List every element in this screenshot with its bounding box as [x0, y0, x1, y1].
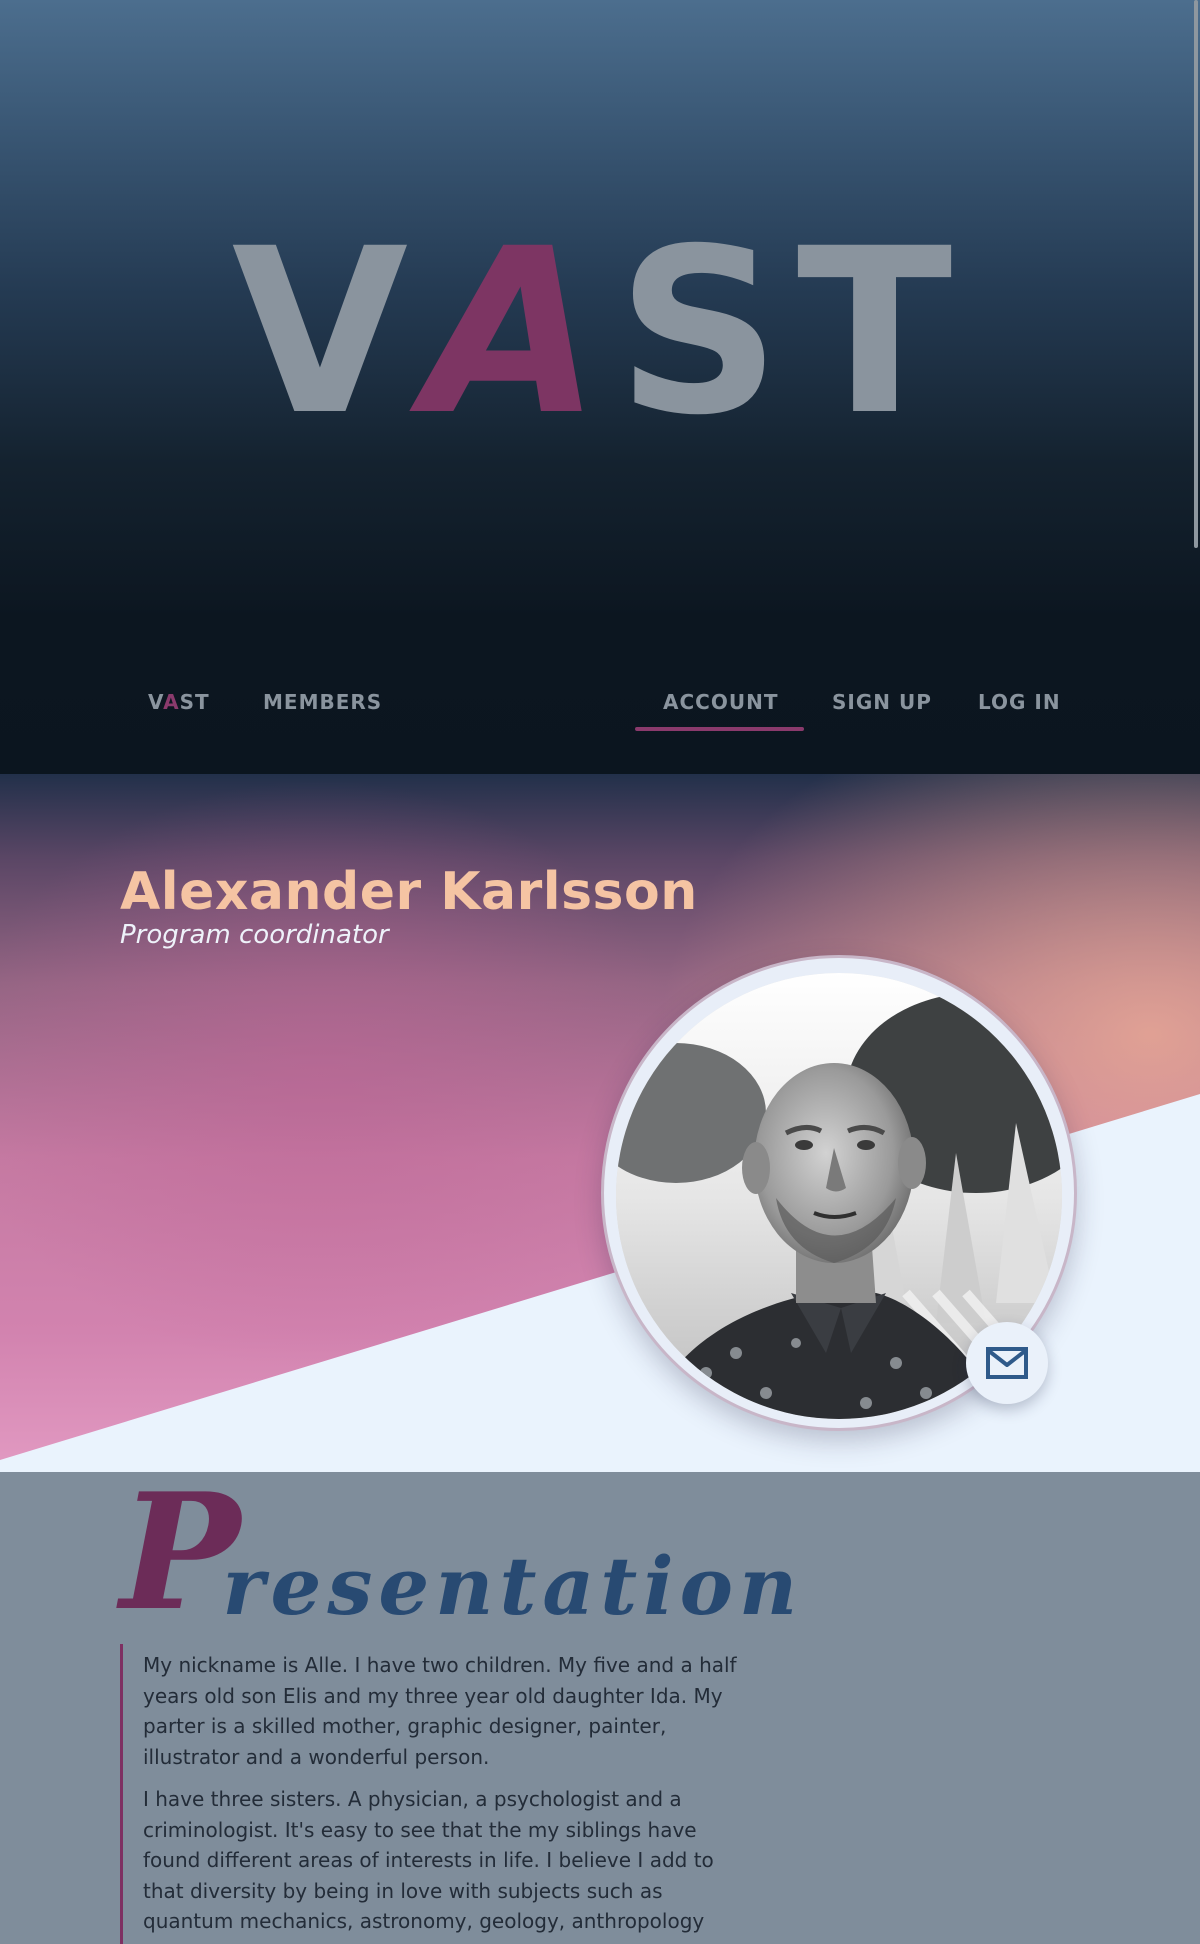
profile-header: Alexander Karlsson Program coordinator [0, 774, 1200, 1472]
hero-logo-letters-st: ST [616, 199, 969, 465]
profile-name: Alexander Karlsson [120, 862, 698, 922]
profile-role: Program coordinator [120, 920, 389, 950]
nav-signup-link[interactable]: SIGN UP [832, 690, 932, 714]
nav-members-link[interactable]: MEMBERS [263, 690, 382, 714]
presentation-title-rest: resentation [222, 1539, 804, 1633]
scrollbar-thumb[interactable] [1194, 0, 1198, 548]
nav-brand-v: V [148, 690, 164, 714]
presentation-title: Presentation [120, 1472, 803, 1632]
presentation-section: Presentation My nickname is Alle. I have… [0, 1472, 1200, 1944]
hero-logo: VAST [0, 218, 1200, 446]
hero-logo-letter-v: V [231, 199, 425, 465]
nav-active-indicator [635, 727, 804, 731]
envelope-icon [986, 1347, 1028, 1379]
nav-brand-st: ST [179, 690, 210, 714]
nav-account-link[interactable]: ACCOUNT [663, 690, 778, 714]
hero-banner: VAST VAST MEMBERS ACCOUNT SIGN UP LOG IN [0, 0, 1200, 774]
hero-logo-letter-a: A [424, 199, 617, 465]
presentation-body: My nickname is Alle. I have two children… [120, 1644, 760, 1944]
presentation-paragraph: My nickname is Alle. I have two children… [143, 1653, 737, 1769]
contact-mail-button[interactable] [966, 1322, 1048, 1404]
main-nav: VAST MEMBERS ACCOUNT SIGN UP LOG IN [0, 660, 1200, 774]
nav-brand-link[interactable]: VAST [148, 690, 210, 714]
nav-brand-a: A [163, 690, 180, 714]
nav-login-link[interactable]: LOG IN [978, 690, 1061, 714]
